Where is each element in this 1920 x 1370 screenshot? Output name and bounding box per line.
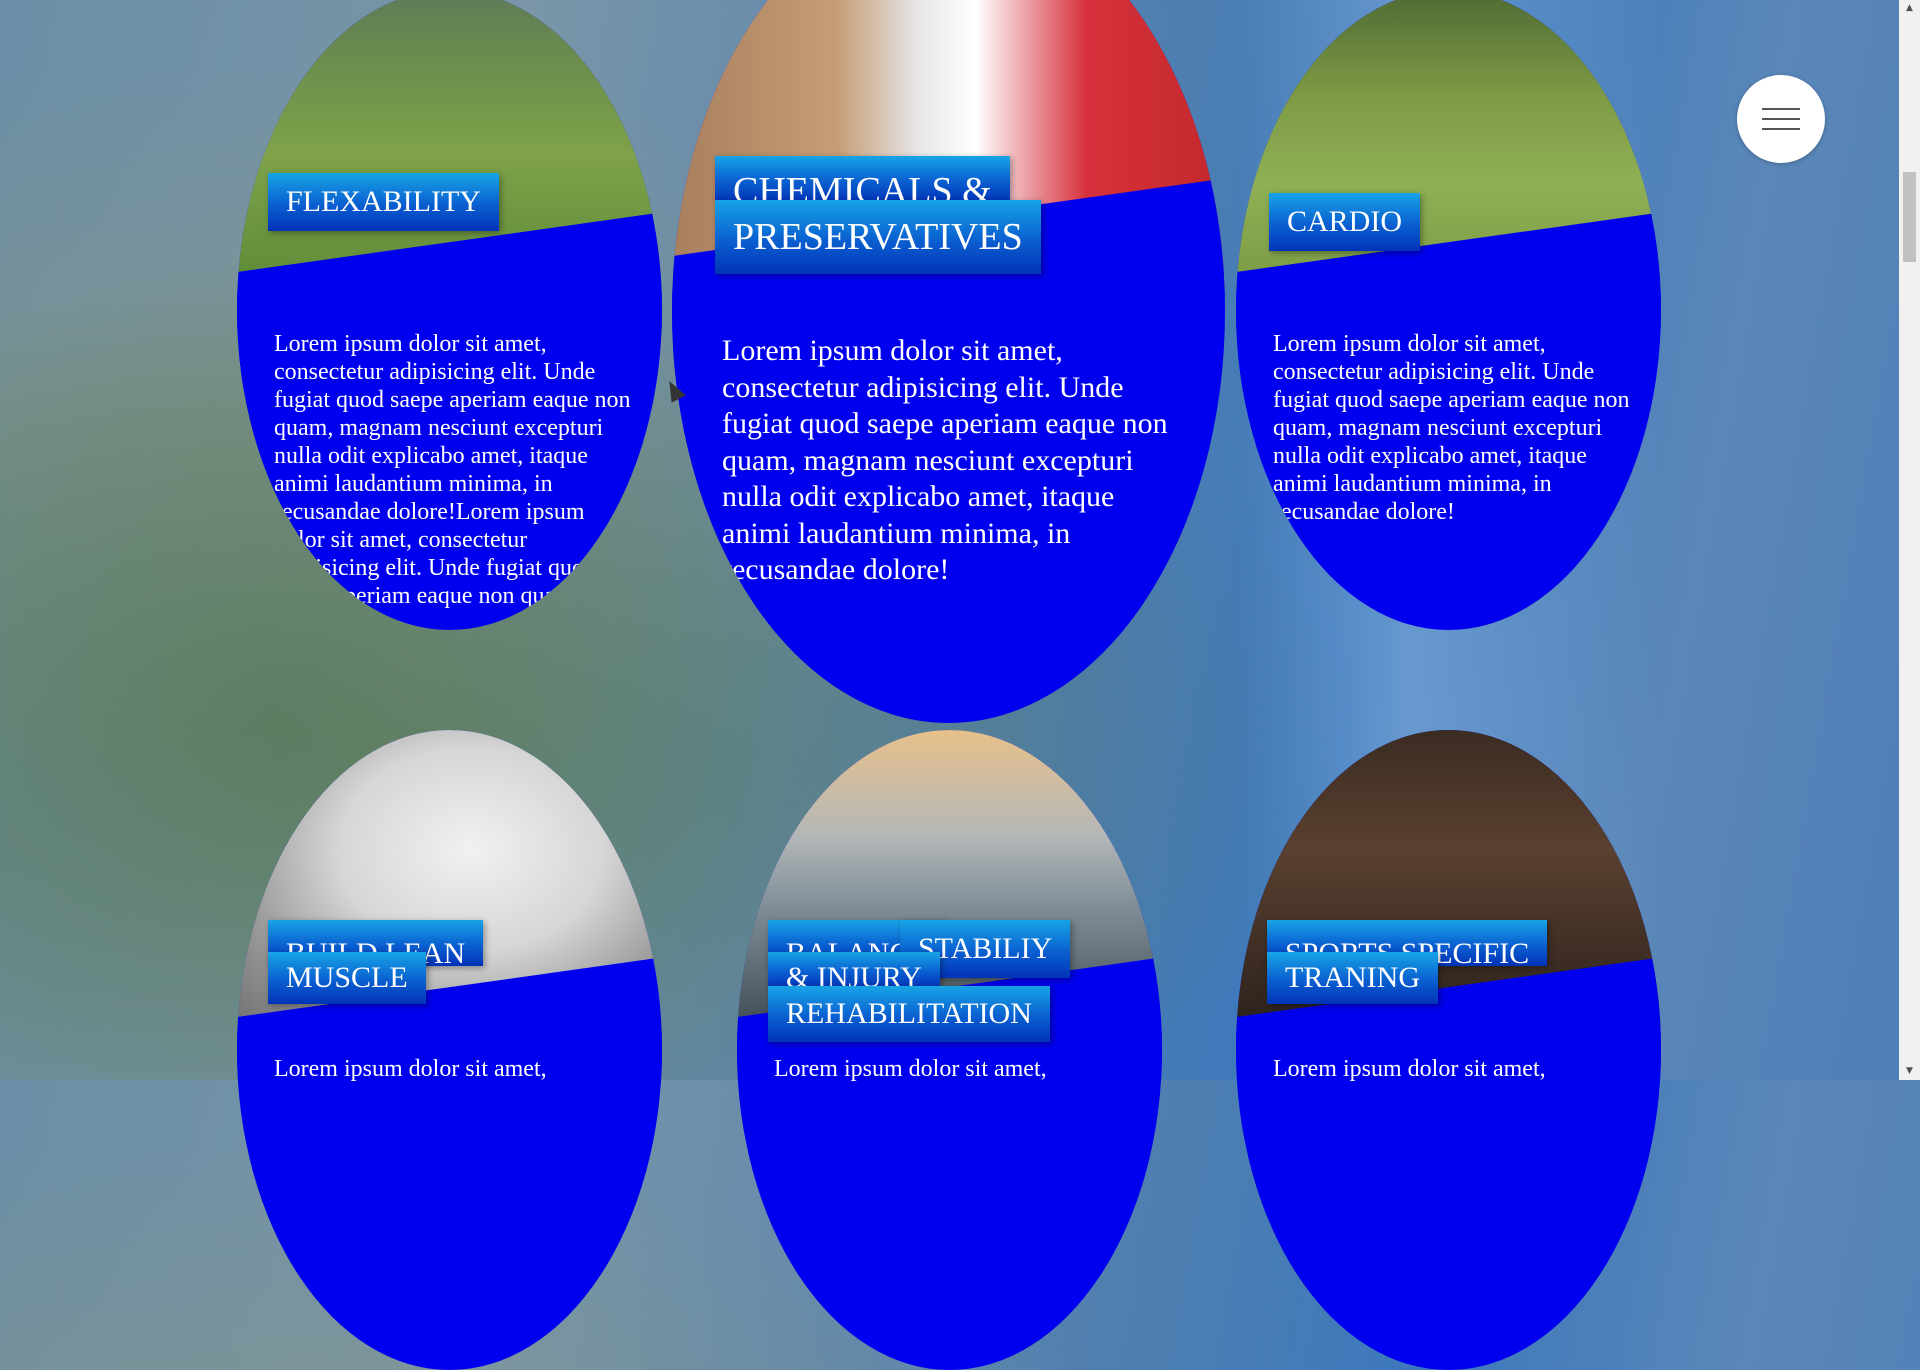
menu-button[interactable]: [1737, 75, 1825, 163]
hamburger-icon: [1762, 108, 1800, 110]
scroll-up-arrow-icon[interactable]: ▲: [1899, 0, 1920, 17]
card-description: Lorem ipsum dolor sit amet, consectetur …: [1273, 331, 1630, 525]
card-title-tag: CARDIO: [1269, 193, 1421, 251]
card-title-tag-line2: TRANING: [1267, 952, 1438, 1004]
vertical-scrollbar[interactable]: ▲ ▼: [1899, 0, 1920, 1080]
card-description: Lorem ipsum dolor sit amet,: [774, 1056, 1047, 1082]
card-description: Lorem ipsum dolor sit amet,: [1273, 1056, 1546, 1082]
card-title-tag-line3: REHABILITATION: [768, 986, 1050, 1042]
card-description: Lorem ipsum dolor sit amet, consectetur …: [274, 331, 631, 630]
card-chemicals-preservatives[interactable]: CHEMICALS & PRESERVATIVES Lorem ipsum do…: [672, 0, 1225, 723]
card-title-tag-line2: PRESERVATIVES: [715, 200, 1041, 274]
hamburger-icon: [1762, 128, 1800, 130]
card-description: Lorem ipsum dolor sit amet, consectetur …: [722, 334, 1168, 586]
scrollbar-thumb[interactable]: [1903, 172, 1916, 262]
hamburger-icon: [1762, 118, 1800, 120]
card-title-tag: FLEXABILITY: [268, 173, 499, 231]
card-balance-stability[interactable]: BALANCE STABILIY & INJURY REHABILITATION…: [737, 730, 1162, 1370]
scroll-down-arrow-icon[interactable]: ▼: [1899, 1063, 1920, 1080]
card-description: Lorem ipsum dolor sit amet,: [274, 1056, 547, 1082]
card-sports-specific-training[interactable]: SPORTS SPECIFIC TRANING Lorem ipsum dolo…: [1236, 730, 1661, 1370]
card-title-tag-line1: CHEMICALS &: [715, 156, 1010, 202]
card-flexability[interactable]: FLEXABILITY Lorem ipsum dolor sit amet, …: [237, 0, 662, 630]
card-cardio[interactable]: CARDIO Lorem ipsum dolor sit amet, conse…: [1236, 0, 1661, 630]
card-build-lean-muscle[interactable]: BUILD LEAN MUSCLE Lorem ipsum dolor sit …: [237, 730, 662, 1370]
card-title-tag-line2: & INJURY: [768, 952, 940, 988]
card-title-tag-line2: MUSCLE: [268, 952, 426, 1004]
